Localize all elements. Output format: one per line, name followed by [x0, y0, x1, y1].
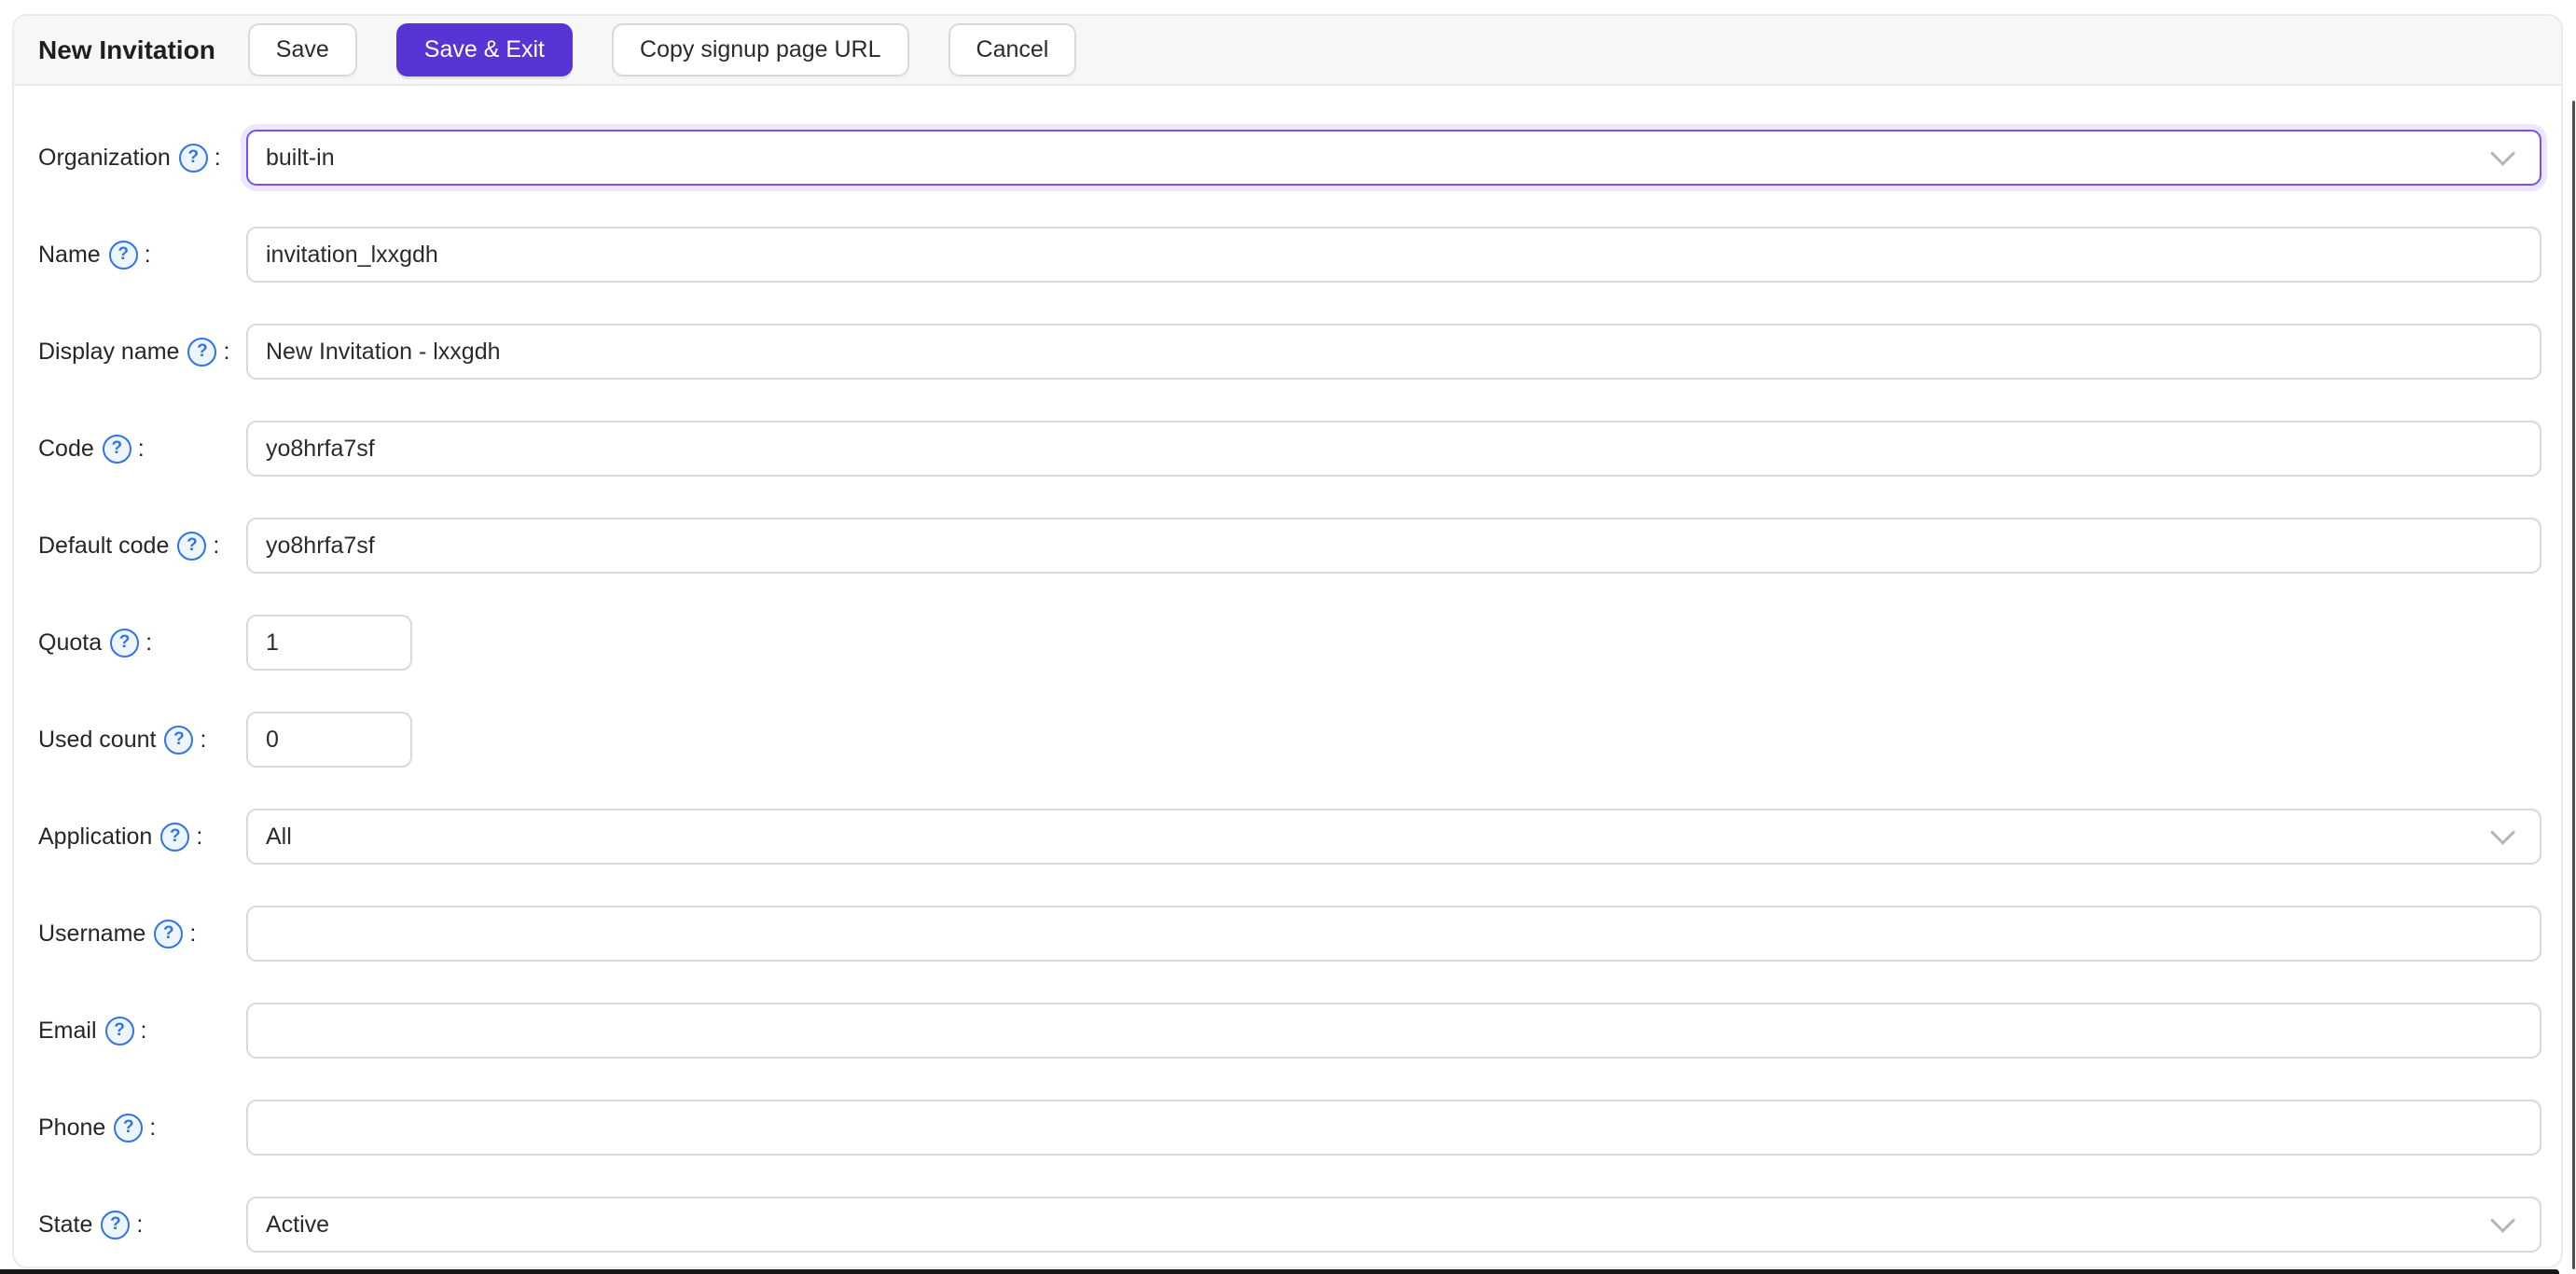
window-right-edge	[2572, 101, 2575, 1269]
default-code-label-text: Default code	[38, 532, 170, 559]
used-count-label-text: Used count	[38, 726, 157, 753]
quota-label: Quota ? :	[38, 628, 246, 658]
help-icon[interactable]: ?	[177, 531, 207, 561]
display-name-input[interactable]	[246, 324, 2541, 380]
label-colon: :	[189, 920, 197, 947]
name-label: Name ? :	[38, 240, 246, 270]
label-colon: :	[196, 823, 203, 850]
form-row-email: Email ? :	[38, 1003, 2541, 1059]
label-colon: :	[136, 1211, 144, 1238]
page-title: New Invitation	[38, 35, 215, 64]
help-icon[interactable]: ?	[154, 919, 184, 949]
application-select-value: All	[266, 823, 292, 850]
copy-signup-url-button[interactable]: Copy signup page URL	[612, 23, 909, 76]
state-label: State ? :	[38, 1210, 246, 1239]
toolbar: New Invitation Save Save & Exit Copy sig…	[14, 16, 2561, 86]
form-row-name: Name ? :	[38, 227, 2541, 283]
name-label-text: Name	[38, 241, 101, 268]
help-icon[interactable]: ?	[187, 337, 217, 367]
cancel-button[interactable]: Cancel	[948, 23, 1077, 76]
invitation-edit-card: New Invitation Save Save & Exit Copy sig…	[12, 14, 2563, 1268]
used-count-label: Used count ? :	[38, 725, 246, 755]
application-label-text: Application	[38, 823, 153, 850]
state-select-value: Active	[266, 1211, 330, 1238]
username-input[interactable]	[246, 906, 2541, 962]
state-select[interactable]: Active	[246, 1197, 2541, 1253]
help-icon[interactable]: ?	[108, 240, 138, 270]
used-count-input[interactable]	[246, 712, 412, 768]
label-colon: :	[149, 1114, 157, 1141]
application-select[interactable]: All	[246, 809, 2541, 865]
form-row-username: Username ? :	[38, 906, 2541, 962]
username-label: Username ? :	[38, 919, 246, 949]
code-label-text: Code	[38, 435, 94, 462]
organization-label: Organization ? :	[38, 143, 246, 173]
form-row-application: Application ? : All	[38, 809, 2541, 865]
email-label: Email ? :	[38, 1016, 246, 1046]
label-colon: :	[213, 532, 220, 559]
help-icon[interactable]: ?	[101, 1210, 131, 1239]
label-colon: :	[137, 435, 145, 462]
phone-field[interactable]	[246, 1100, 2541, 1156]
help-icon[interactable]: ?	[102, 434, 132, 464]
username-label-text: Username	[38, 920, 146, 947]
email-label-text: Email	[38, 1017, 97, 1044]
chevron-down-icon	[2490, 141, 2515, 166]
email-field[interactable]	[246, 1003, 2541, 1059]
display-name-label: Display name ? :	[38, 337, 246, 367]
organization-label-text: Organization	[38, 144, 171, 171]
code-input[interactable]	[246, 421, 2541, 477]
label-colon: :	[145, 629, 153, 656]
chevron-down-icon	[2490, 1208, 2515, 1233]
label-colon: :	[214, 144, 221, 171]
save-and-exit-button[interactable]: Save & Exit	[395, 23, 574, 76]
organization-select-value: built-in	[266, 144, 335, 171]
default-code-label: Default code ? :	[38, 531, 246, 561]
quota-label-text: Quota	[38, 629, 103, 656]
help-icon[interactable]: ?	[178, 143, 208, 173]
form-row-code: Code ? :	[38, 421, 2541, 477]
help-icon[interactable]: ?	[160, 822, 190, 852]
phone-label: Phone ? :	[38, 1113, 246, 1142]
form-row-quota: Quota ? :	[38, 615, 2541, 671]
code-label: Code ? :	[38, 434, 246, 464]
application-label: Application ? :	[38, 822, 246, 852]
display-name-label-text: Display name	[38, 338, 180, 365]
form-row-organization: Organization ? : built-in	[38, 130, 2541, 186]
state-label-text: State	[38, 1211, 93, 1238]
label-colon: :	[223, 338, 230, 365]
label-colon: :	[140, 1017, 147, 1044]
help-icon[interactable]: ?	[114, 1113, 144, 1142]
form-row-phone: Phone ? :	[38, 1100, 2541, 1156]
form-row-display-name: Display name ? :	[38, 324, 2541, 380]
name-input[interactable]	[246, 227, 2541, 283]
invitation-form: Organization ? : built-in Name ? : invit…	[14, 86, 2561, 1253]
label-colon: :	[144, 241, 151, 268]
form-row-used-count: Used count ? :	[38, 712, 2541, 768]
chevron-down-icon	[2490, 820, 2515, 845]
default-code-input[interactable]	[246, 518, 2541, 574]
window-bottom-edge	[0, 1269, 2559, 1274]
help-icon[interactable]: ?	[164, 725, 194, 755]
phone-label-text: Phone	[38, 1114, 106, 1141]
organization-select[interactable]: built-in	[246, 130, 2541, 186]
help-icon[interactable]: ?	[110, 628, 140, 658]
save-button[interactable]: Save	[247, 23, 357, 76]
form-row-state: State ? : Active	[38, 1197, 2541, 1253]
label-colon: :	[200, 726, 207, 753]
page: New Invitation Save Save & Exit Copy sig…	[0, 0, 2576, 1274]
form-row-default-code: Default code ? :	[38, 518, 2541, 574]
quota-input[interactable]	[246, 615, 412, 671]
help-icon[interactable]: ?	[104, 1016, 134, 1046]
